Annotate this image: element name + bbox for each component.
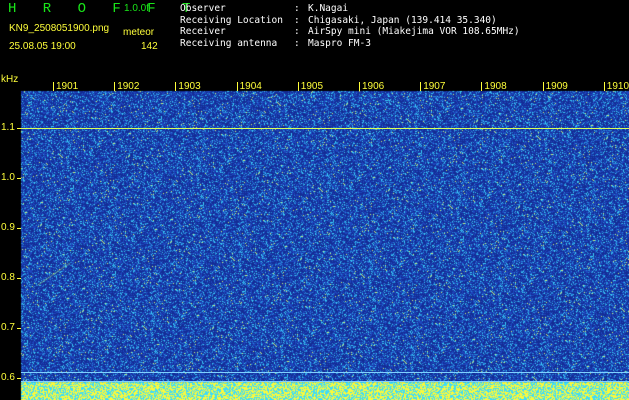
info-key: Receiving antenna — [180, 38, 278, 50]
y-tick-label: 0.6 — [1, 372, 15, 383]
x-tick-label: 1909 — [545, 81, 568, 92]
filename-label: KN9_2508051900.png — [9, 23, 110, 34]
x-tick — [114, 82, 116, 91]
observation-info: Observer : K.Nagai Receiving Location : … — [180, 3, 625, 50]
info-key: Receiver — [180, 26, 226, 38]
info-row-location: Receiving Location : Chigasaki, Japan (1… — [180, 15, 625, 27]
y-tick — [17, 228, 21, 229]
y-tick-label: 0.9 — [1, 222, 15, 233]
info-value: Chigasaki, Japan (139.414 35.340) — [308, 14, 497, 26]
x-tick-label: 1908 — [484, 81, 507, 92]
info-separator: : — [294, 14, 300, 26]
x-tick-label: 1903 — [178, 81, 201, 92]
marker-line — [21, 372, 629, 373]
x-tick-label: 1904 — [239, 81, 262, 92]
app-title: H R O F F T — [8, 1, 200, 17]
mode-label: meteor — [123, 27, 155, 38]
y-axis-unit: kHz — [1, 74, 19, 85]
info-value: Maspro FM-3 — [308, 38, 371, 50]
y-tick-label: 0.7 — [1, 322, 15, 333]
y-tick-label: 0.8 — [1, 272, 15, 283]
count-label: 142 — [141, 41, 158, 52]
x-tick-label: 1910 — [606, 81, 629, 92]
x-tick — [236, 82, 238, 91]
x-tick — [359, 82, 360, 91]
info-value: K.Nagai — [308, 3, 349, 14]
marker-line — [21, 128, 629, 129]
info-row-antenna: Receiving antenna : Maspro FM-3 — [180, 38, 625, 50]
info-row-receiver: Receiver : AirSpy mini (Miakejima VOR 10… — [180, 26, 625, 38]
x-tick-label: 1907 — [423, 81, 446, 92]
info-key: Observer — [180, 3, 226, 14]
x-tick — [297, 82, 299, 91]
x-tick-label: 1905 — [300, 81, 324, 92]
info-value: AirSpy mini (Miakejima VOR 108.65MHz) — [308, 26, 520, 38]
x-tick-label: 1906 — [362, 81, 385, 92]
y-tick — [17, 378, 21, 379]
info-separator: : — [294, 26, 300, 38]
marker-line — [21, 381, 629, 382]
datetime-label: 25.08.05 19:00 — [9, 41, 76, 52]
info-key: Receiving Location — [180, 14, 283, 26]
x-tick-label: 1902 — [117, 81, 140, 92]
y-tick — [17, 278, 21, 279]
x-tick-label: 1901 — [56, 81, 79, 92]
x-tick — [53, 82, 54, 91]
header-panel: H R O F F T 1.0.0f KN9_2508051900.png 25… — [0, 0, 629, 80]
x-tick — [542, 82, 544, 91]
info-row-observer: Observer : K.Nagai — [180, 3, 625, 15]
y-tick-label: 1.0 — [1, 172, 15, 183]
y-tick — [17, 178, 21, 179]
version-label: 1.0.0f — [124, 3, 150, 14]
x-tick — [420, 82, 422, 91]
x-tick — [481, 82, 483, 91]
info-separator: : — [294, 38, 300, 50]
x-tick — [603, 82, 605, 91]
y-tick-label: 1.1 — [1, 122, 15, 133]
info-separator: : — [294, 3, 300, 14]
x-tick — [175, 82, 177, 91]
y-tick — [17, 328, 21, 329]
